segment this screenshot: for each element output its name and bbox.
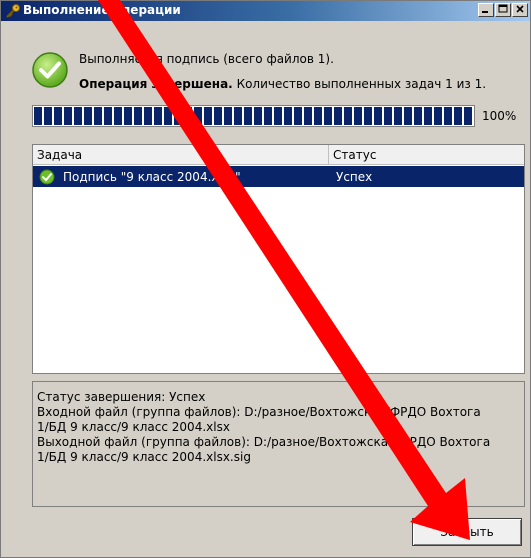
minimize-button[interactable] (478, 3, 494, 17)
window-title: Выполнение операции (23, 3, 181, 17)
column-header-status[interactable]: Статус (329, 145, 524, 165)
completion-details: Статус завершения: Успех Входной файл (г… (32, 381, 525, 507)
progress-bar-fill (34, 107, 473, 125)
row-task-cell: Подпись "9 класс 2004.xlsx" (63, 170, 241, 184)
progress-percent: 100% (482, 109, 517, 123)
table-row[interactable]: Подпись "9 класс 2004.xlsx" Успех (33, 166, 524, 187)
operation-complete-label: Операция завершена. (79, 77, 233, 91)
maximize-icon (498, 4, 508, 13)
operation-result-text: Операция завершена. Количество выполненн… (79, 77, 486, 91)
details-line: Статус завершения: Успех (37, 390, 206, 404)
details-line: Входной файл (группа файлов): D:/разное/… (37, 405, 481, 419)
success-check-icon (39, 169, 55, 185)
progress-bar (32, 105, 475, 127)
minimize-icon (482, 11, 488, 13)
operation-dialog: Выполнение операции Выполняется подпись … (0, 0, 531, 558)
close-button[interactable]: Закрыть (412, 518, 522, 546)
close-window-button[interactable] (512, 3, 528, 17)
details-line: 1/БД 9 класс/9 класс 2004.xlsx (37, 420, 230, 434)
row-status-cell: Успех (336, 170, 373, 184)
title-bar[interactable]: Выполнение операции (1, 1, 530, 21)
column-header-task[interactable]: Задача (33, 145, 329, 165)
task-count-text: Количество выполненных задач 1 из 1. (236, 77, 487, 91)
maximize-button[interactable] (495, 3, 511, 17)
close-icon (516, 5, 524, 13)
operation-progress-text: Выполняется подпись (всего файлов 1). (79, 52, 334, 66)
key-icon (6, 4, 20, 18)
task-list-header: Задача Статус (33, 145, 524, 165)
success-check-icon (32, 52, 68, 88)
details-line: Выходной файл (группа файлов): D:/разное… (37, 435, 491, 449)
details-line: 1/БД 9 класс/9 класс 2004.xlsx.sig (37, 450, 251, 464)
task-list[interactable]: Задача Статус Подпись "9 класс 2004.xlsx… (32, 144, 525, 374)
